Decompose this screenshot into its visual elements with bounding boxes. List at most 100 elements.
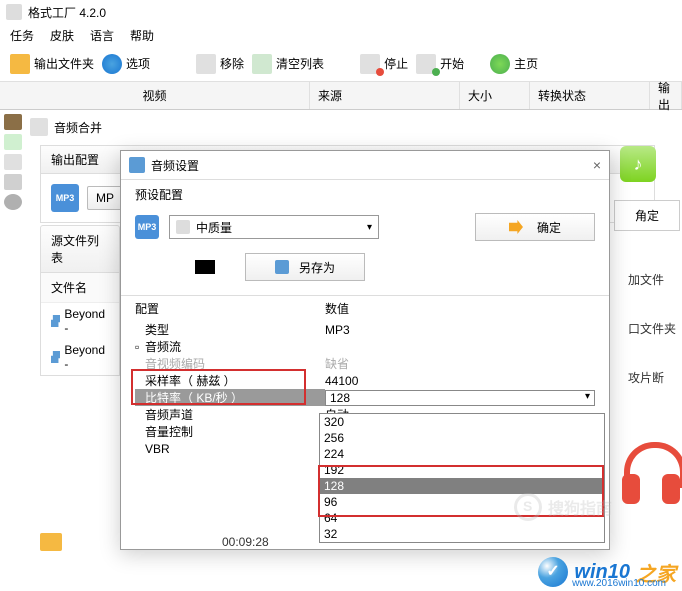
dd-option[interactable]: 224: [320, 446, 604, 462]
disk-icon: [275, 260, 289, 274]
folder-icon[interactable]: [40, 533, 62, 551]
sogou-watermark: 搜狗指南: [514, 493, 612, 521]
stop-icon: [360, 54, 380, 74]
bg-ok-button[interactable]: 角定: [614, 200, 680, 231]
arrow-right-icon: [509, 220, 523, 234]
save-as-label: 另存为: [299, 259, 335, 276]
options-button[interactable]: 选项: [102, 54, 150, 74]
folder-icon: [10, 54, 30, 74]
list-item[interactable]: Beyond -: [41, 339, 119, 375]
cfg-label: 音频声道: [135, 406, 325, 423]
file-name: Beyond -: [64, 307, 109, 335]
dialog-title: 音频设置: [151, 157, 199, 174]
clip-button[interactable]: 攻片断: [624, 363, 682, 392]
sogou-text: 搜狗指南: [548, 495, 612, 519]
options-label: 选项: [126, 55, 150, 72]
preset-label: 预设配置: [121, 180, 609, 209]
bottom-row: 00:09:28: [40, 533, 269, 551]
menu-help[interactable]: 帮助: [130, 27, 154, 44]
dd-option[interactable]: 320: [320, 414, 604, 430]
files-col-name[interactable]: 文件名: [41, 273, 119, 303]
dialog-title-bar: 音频设置 ×: [121, 151, 609, 179]
close-icon[interactable]: ×: [593, 157, 601, 173]
preset-select[interactable]: 中质量: [169, 215, 379, 239]
mp3-icon: MP3: [135, 215, 159, 239]
remove-icon: [196, 54, 216, 74]
menu-language[interactable]: 语言: [90, 27, 114, 44]
cfg-label: 类型: [135, 321, 325, 338]
black-square-icon: [195, 260, 215, 274]
clear-list-label: 清空列表: [276, 55, 324, 72]
dialog-icon: [129, 157, 145, 173]
stop-button[interactable]: 停止: [360, 54, 408, 74]
col-size[interactable]: 大小: [460, 82, 530, 109]
list-item[interactable]: Beyond -: [41, 303, 119, 339]
dd-option[interactable]: 256: [320, 430, 604, 446]
gear-icon[interactable]: [4, 194, 22, 210]
cfg-value: 44100: [325, 374, 595, 388]
add-file-button[interactable]: 加文件: [624, 265, 682, 294]
time-display: 00:09:28: [222, 535, 269, 549]
source-files-section: 源文件列表 文件名 Beyond - Beyond -: [40, 225, 120, 376]
cfg-row-type[interactable]: 类型 MP3: [135, 321, 595, 338]
win10-watermark: win10之家 www.2016win10.com: [538, 557, 676, 587]
cfg-label: 音视频编码: [135, 355, 325, 372]
col-source[interactable]: 来源: [310, 82, 460, 109]
headphone-icon: [622, 440, 682, 520]
dd-option[interactable]: 32: [320, 526, 604, 542]
audio-file-icon: [51, 351, 60, 363]
config-table-header: 配置 数值: [121, 296, 609, 321]
output-folder-label: 输出文件夹: [34, 55, 94, 72]
music-note-icon[interactable]: [4, 134, 22, 150]
merge-label: 音频合并: [54, 119, 102, 136]
value-col: 数值: [325, 300, 349, 317]
col-video[interactable]: 视频: [0, 82, 310, 109]
add-folder-button[interactable]: 口文件夹: [624, 314, 682, 343]
menu-bar: 任务 皮肤 语言 帮助: [0, 24, 682, 46]
cfg-row-sample-rate[interactable]: 采样率（ 赫兹 ） 44100: [135, 372, 595, 389]
preset-item-icon: [176, 220, 190, 234]
cfg-value[interactable]: 128: [325, 390, 595, 406]
cfg-value: 缺省: [325, 355, 595, 372]
menu-skin[interactable]: 皮肤: [50, 27, 74, 44]
save-as-button[interactable]: 另存为: [245, 253, 365, 281]
config-col: 配置: [135, 300, 325, 317]
remove-label: 移除: [220, 55, 244, 72]
sidebar: [0, 110, 26, 214]
file-name: Beyond -: [64, 343, 109, 371]
clear-list-button[interactable]: 清空列表: [252, 54, 324, 74]
output-folder-button[interactable]: 输出文件夹: [10, 54, 94, 74]
home-label: 主页: [514, 55, 538, 72]
cfg-row-codec[interactable]: 音视频编码 缺省: [135, 355, 595, 372]
col-output[interactable]: 输出: [650, 82, 682, 109]
cfg-value: MP3: [325, 323, 595, 337]
home-button[interactable]: 主页: [490, 54, 538, 74]
menu-task[interactable]: 任务: [10, 27, 34, 44]
sogou-logo-icon: [514, 493, 542, 521]
col-status[interactable]: 转换状态: [530, 82, 650, 109]
mp3-icon: MP3: [51, 184, 79, 212]
start-button[interactable]: 开始: [416, 54, 464, 74]
ok-button[interactable]: 确定: [475, 213, 595, 241]
mp-button[interactable]: MP: [87, 186, 123, 210]
cfg-label: VBR: [135, 442, 325, 456]
disc-icon[interactable]: [4, 154, 22, 170]
app-title: 格式工厂 4.2.0: [28, 4, 106, 21]
files-list: 文件名 Beyond - Beyond -: [40, 273, 120, 376]
dd-option[interactable]: 192: [320, 462, 604, 478]
cfg-row-bitrate[interactable]: 比特率（ KB/秒 ） 128: [135, 389, 595, 406]
start-label: 开始: [440, 55, 464, 72]
tree-collapse-icon[interactable]: ▫: [135, 340, 145, 354]
merge-icon: [30, 118, 48, 136]
dd-option-selected[interactable]: 128: [320, 478, 604, 494]
cfg-row-stream[interactable]: ▫音频流: [135, 338, 595, 355]
bitrate-dropdown[interactable]: 320 256 224 192 128 96 64 32: [319, 413, 605, 543]
cfg-label: 采样率（ 赫兹 ）: [135, 372, 325, 389]
cfg-label: 音频流: [145, 340, 181, 354]
picture-icon[interactable]: [4, 174, 22, 190]
wm-url: www.2016win10.com: [572, 578, 666, 589]
remove-button[interactable]: 移除: [196, 54, 244, 74]
audio-merge-row: 音频合并: [30, 118, 102, 136]
start-icon: [416, 54, 436, 74]
film-icon[interactable]: [4, 114, 22, 130]
